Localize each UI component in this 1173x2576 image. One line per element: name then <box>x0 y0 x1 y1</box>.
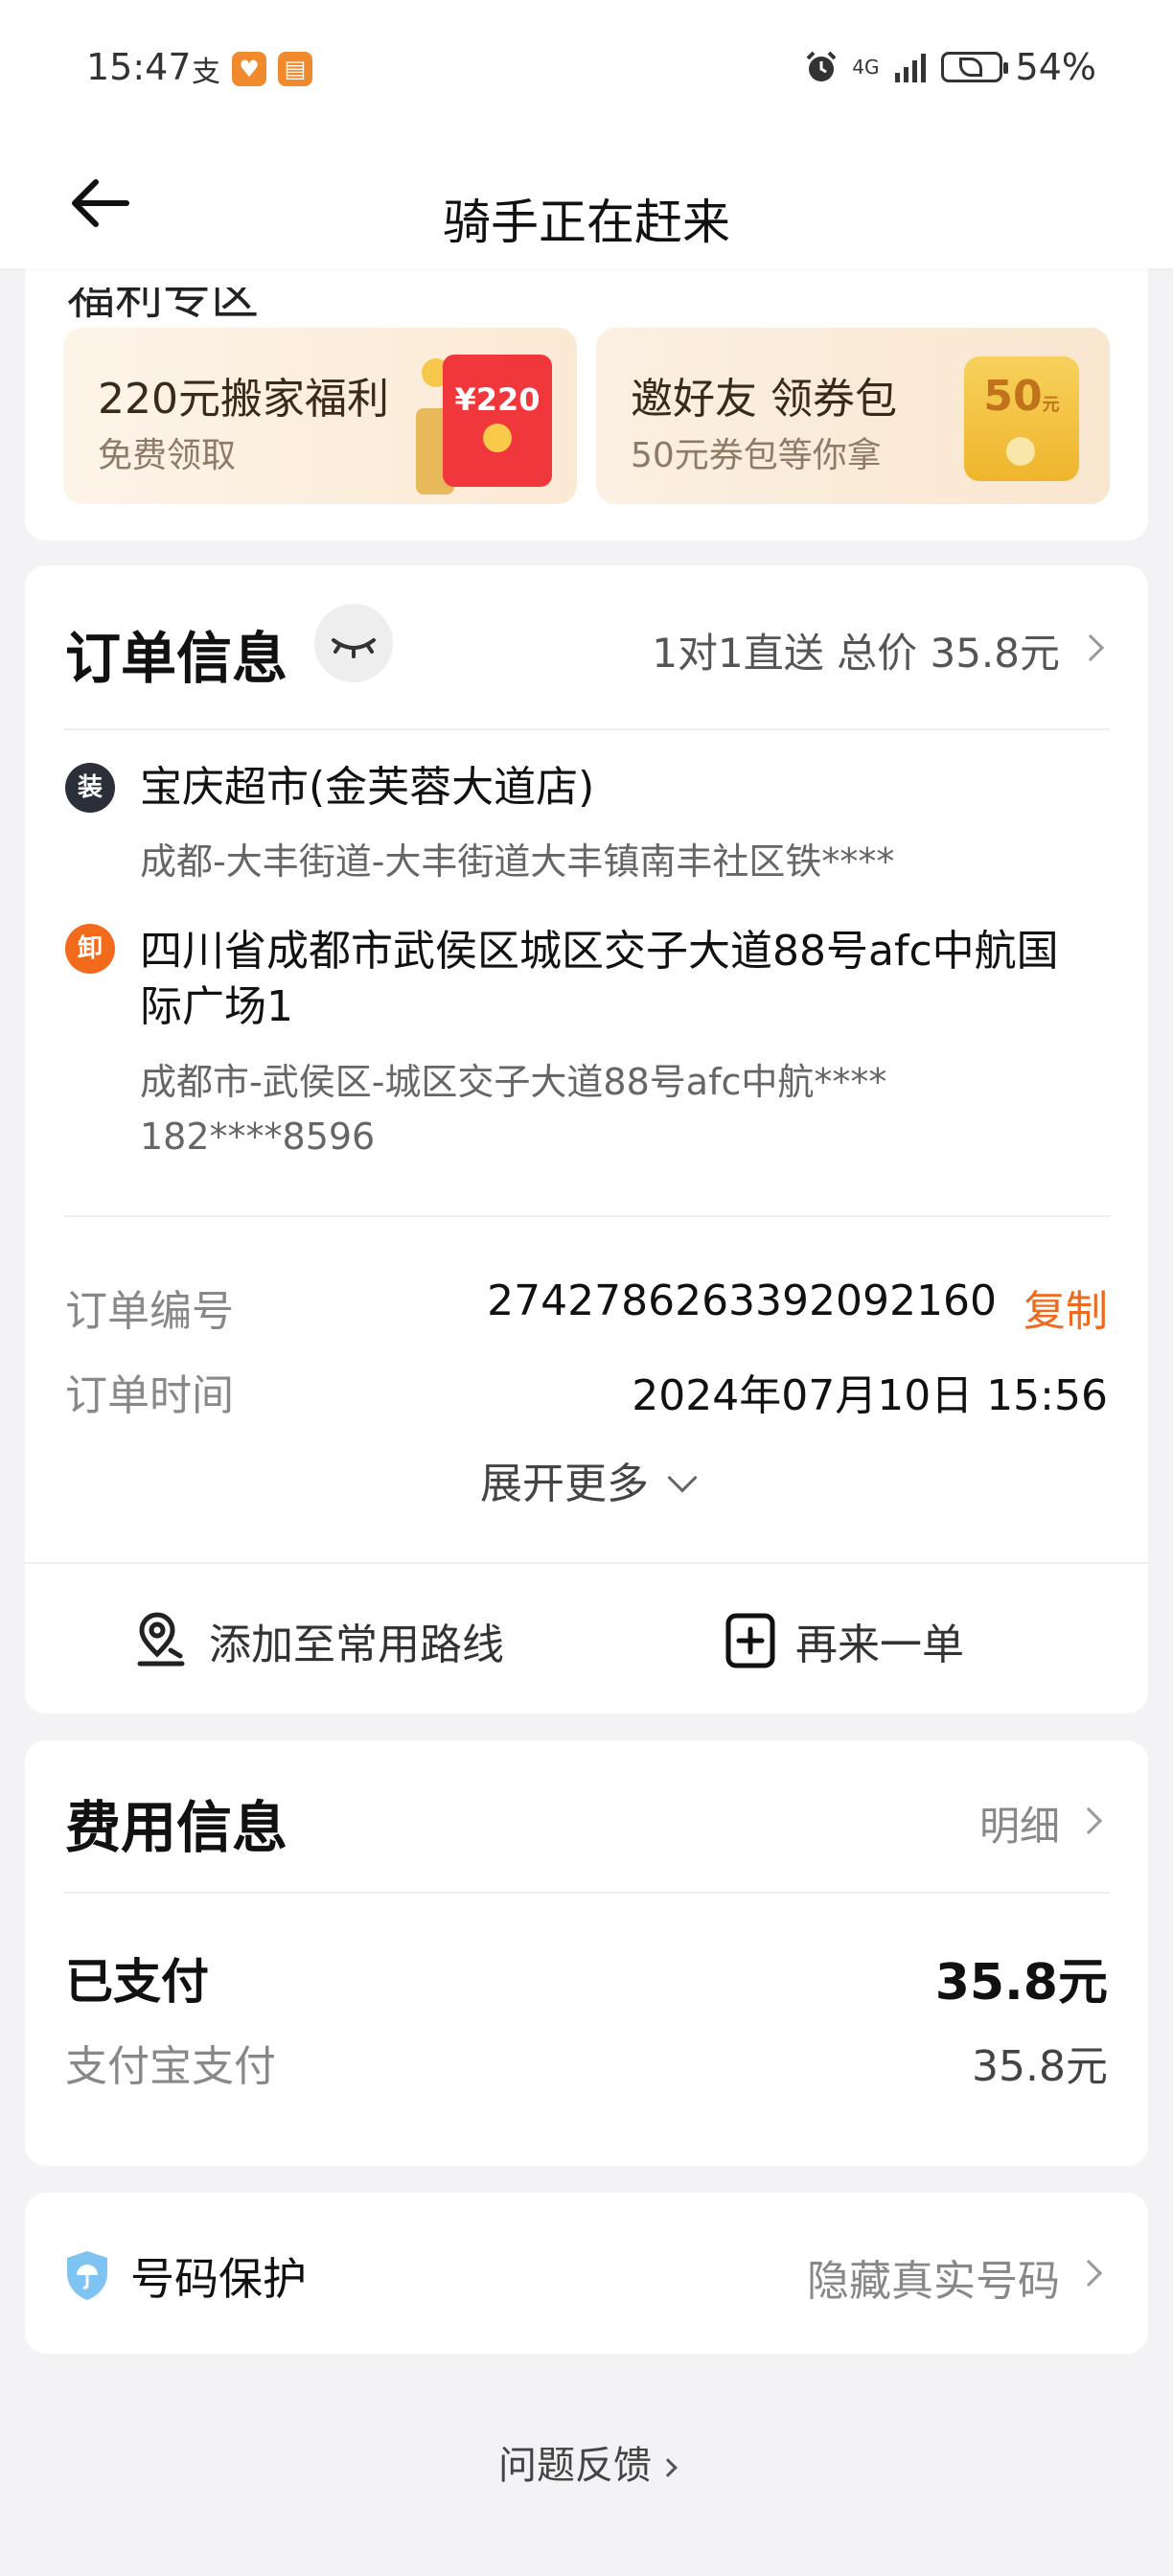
dropoff-phone: 182****8596 <box>140 1116 376 1158</box>
add-route-button[interactable]: 添加至常用路线 <box>132 1610 504 1671</box>
expand-more-label: 展开更多 <box>480 1460 649 1508</box>
hide-info-button[interactable] <box>314 604 393 682</box>
dropoff-name: 四川省成都市武侯区城区交子大道88号afc中航国际广场1 <box>140 927 1059 1031</box>
page-title: 骑手正在赶来 <box>443 195 730 250</box>
order-summary[interactable]: 1对1直送 总价 35.8元 <box>652 621 1060 679</box>
welfare-section-title: 福利专区 <box>67 269 259 325</box>
closed-eye-icon <box>332 638 376 658</box>
status-time: 15:47 <box>86 46 192 88</box>
number-protection-label: 号码保护 <box>130 2253 307 2305</box>
battery-percent: 54% <box>1015 46 1096 88</box>
red-envelope-icon: ¥220 <box>443 355 552 487</box>
promo-title: 邀好友 领券包 <box>631 375 897 424</box>
expand-more-button[interactable]: 展开更多 <box>25 1449 1148 1510</box>
network-label: 4G <box>852 56 880 79</box>
welfare-card: 福利专区 220元搬家福利 免费领取 ¥220 邀好友 领券包 50元券包等你拿… <box>25 220 1148 540</box>
order-info-card: 订单信息 1对1直送 总价 35.8元 装 宝庆超市(金芙蓉大道店) 成都-大丰… <box>25 565 1148 1714</box>
order-info-title: 订单信息 <box>65 626 288 691</box>
reorder-button[interactable]: 再来一单 <box>724 1610 964 1671</box>
app-notification-icon-2: ▤ <box>278 52 312 86</box>
promo-subtitle: 50元券包等你拿 <box>631 436 882 475</box>
divider <box>63 728 1110 730</box>
status-left-icons: 支 ♥ ▤ <box>192 48 312 90</box>
paid-label: 已支付 <box>65 1954 209 2010</box>
battery-icon <box>940 52 1008 82</box>
add-route-label: 添加至常用路线 <box>209 1621 504 1669</box>
alipay-icon: 支 <box>192 56 220 89</box>
promo-title: 220元搬家福利 <box>98 375 389 424</box>
order-number-value: 2742786263392092160 <box>487 1276 997 1325</box>
status-bar: 15:47 支 ♥ ▤ 4G 54% <box>0 0 1173 134</box>
dropoff-badge: 卸 <box>65 924 115 974</box>
payment-method-label: 支付宝支付 <box>65 2042 276 2091</box>
feedback-link[interactable]: 问题反馈 <box>0 2434 1173 2490</box>
divider <box>63 1892 1110 1894</box>
order-time-value: 2024年07月10日 15:56 <box>632 1371 1108 1420</box>
nav-header: 骑手正在赶来 <box>0 134 1173 268</box>
red-envelope-amount: ¥220 <box>454 381 540 418</box>
add-square-icon <box>725 1613 775 1668</box>
status-right-icons: 4G 54% <box>804 46 1096 88</box>
order-time-label: 订单时间 <box>65 1371 234 1420</box>
dropoff-address: 成都市-武侯区-城区交子大道88号afc中航**** <box>140 1061 887 1103</box>
chevron-right-icon <box>1076 633 1105 662</box>
gold-envelope-amount: 50 <box>983 372 1043 421</box>
fee-info-title: 费用信息 <box>65 1795 288 1860</box>
chevron-right-icon <box>1074 1806 1103 1835</box>
number-protection-card[interactable]: 号码保护 隐藏真实号码 <box>25 2193 1148 2354</box>
pickup-badge: 装 <box>65 763 115 813</box>
chevron-right-icon <box>658 2458 678 2477</box>
fee-info-card: 费用信息 明细 已支付 35.8元 支付宝支付 35.8元 <box>25 1740 1148 2166</box>
gold-envelope-icon: 50元 <box>964 356 1079 481</box>
promo-invite-friend[interactable]: 邀好友 领券包 50元券包等你拿 50元 <box>596 328 1110 504</box>
pickup-name: 宝庆超市(金芙蓉大道店) <box>140 763 595 812</box>
copy-button[interactable]: 复制 <box>1024 1276 1108 1338</box>
route-pin-icon <box>137 1612 185 1667</box>
divider <box>63 1215 1110 1217</box>
pickup-address: 成都-大丰街道-大丰街道大丰镇南丰社区铁**** <box>140 840 895 883</box>
promo-subtitle: 免费领取 <box>98 436 237 475</box>
alarm-icon <box>806 51 837 81</box>
payment-method-amount: 35.8元 <box>972 2042 1108 2091</box>
signal-icon <box>894 54 926 82</box>
shield-umbrella-icon <box>67 2251 107 2300</box>
fee-detail-link[interactable]: 明细 <box>979 1794 1060 1852</box>
divider <box>25 1562 1148 1564</box>
chevron-right-icon <box>1074 2259 1103 2288</box>
paid-amount: 35.8元 <box>934 1954 1108 2012</box>
promo-moving-benefit[interactable]: 220元搬家福利 免费领取 ¥220 <box>63 328 577 504</box>
gold-envelope-unit: 元 <box>1042 395 1060 415</box>
feedback-label: 问题反馈 <box>498 2444 652 2488</box>
order-number-label: 订单编号 <box>65 1287 234 1336</box>
app-notification-icon: ♥ <box>232 52 266 86</box>
page: 15:47 支 ♥ ▤ 4G 54% 骑手正在赶来 福利专区 220元搬家福利 … <box>0 0 1173 2576</box>
chevron-down-icon <box>667 1462 698 1493</box>
reorder-label: 再来一单 <box>795 1621 964 1669</box>
number-protection-value: 隐藏真实号码 <box>807 2257 1060 2306</box>
